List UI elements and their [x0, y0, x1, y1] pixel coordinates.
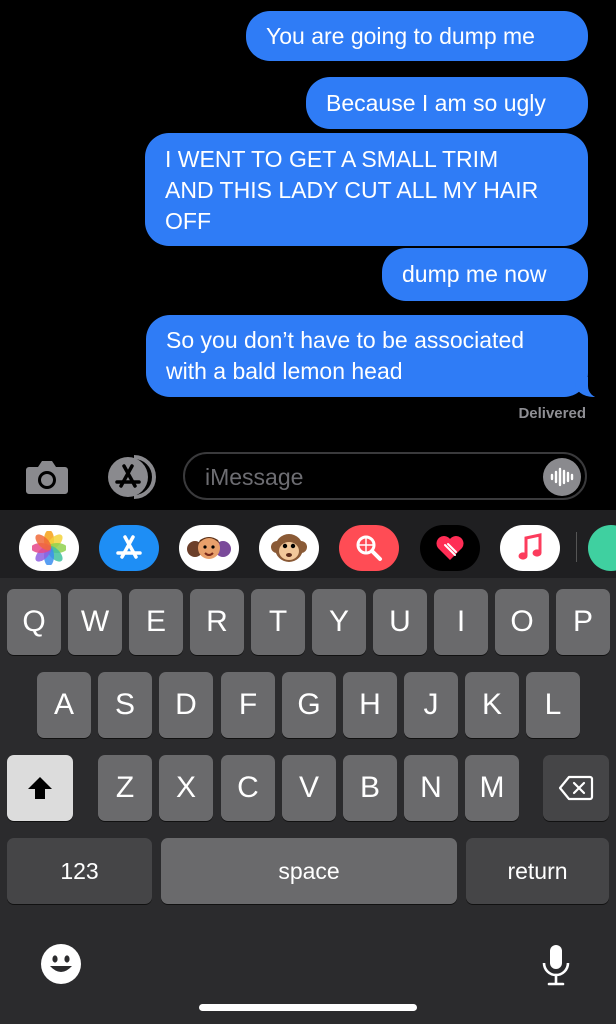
key-i[interactable]: I [434, 589, 488, 655]
key-z[interactable]: Z [98, 755, 152, 821]
shift-arrow-icon [28, 777, 52, 799]
music-icon[interactable] [500, 525, 560, 571]
message-input[interactable] [183, 452, 587, 500]
backspace-icon [558, 775, 594, 801]
web-search-icon[interactable] [339, 525, 399, 571]
keyboard: Q W E R T Y U I O P A S D F G H J K L Z … [0, 510, 616, 1024]
key-w[interactable]: W [68, 589, 122, 655]
key-v[interactable]: V [282, 755, 336, 821]
message-bubble[interactable]: Because I am so ugly [306, 77, 588, 129]
key-t[interactable]: T [251, 589, 305, 655]
numbers-key[interactable]: 123 [7, 838, 152, 904]
more-apps-icon[interactable] [588, 525, 616, 571]
app-store-icon[interactable] [99, 525, 159, 571]
drawer-divider [576, 532, 577, 562]
key-c[interactable]: C [221, 755, 275, 821]
home-indicator[interactable] [199, 1004, 417, 1011]
key-d[interactable]: D [159, 672, 213, 738]
key-r[interactable]: R [190, 589, 244, 655]
key-j[interactable]: J [404, 672, 458, 738]
delivered-status: Delivered [518, 405, 586, 422]
key-s[interactable]: S [98, 672, 152, 738]
key-p[interactable]: P [556, 589, 610, 655]
message-thread: You are going to dump me Because I am so… [0, 0, 616, 445]
app-store-icon[interactable] [104, 453, 158, 501]
key-a[interactable]: A [37, 672, 91, 738]
imessage-text-field[interactable] [203, 454, 537, 500]
message-bubble[interactable]: You are going to dump me [246, 11, 588, 61]
return-key[interactable]: return [466, 838, 609, 904]
microphone-icon[interactable] [538, 942, 574, 988]
delete-key[interactable] [543, 755, 609, 821]
key-m[interactable]: M [465, 755, 519, 821]
composer-bar [0, 445, 616, 510]
key-b[interactable]: B [343, 755, 397, 821]
key-h[interactable]: H [343, 672, 397, 738]
key-o[interactable]: O [495, 589, 549, 655]
key-x[interactable]: X [159, 755, 213, 821]
shift-key[interactable] [7, 755, 73, 821]
key-f[interactable]: F [221, 672, 275, 738]
animoji-monkey-icon[interactable] [259, 525, 319, 571]
key-n[interactable]: N [404, 755, 458, 821]
key-l[interactable]: L [526, 672, 580, 738]
key-y[interactable]: Y [312, 589, 366, 655]
photos-icon[interactable] [19, 525, 79, 571]
key-g[interactable]: G [282, 672, 336, 738]
message-bubble[interactable]: dump me now [382, 248, 588, 301]
audio-message-icon[interactable] [543, 458, 581, 496]
app-drawer [0, 510, 616, 578]
key-e[interactable]: E [129, 589, 183, 655]
memoji-icon[interactable] [179, 525, 239, 571]
key-k[interactable]: K [465, 672, 519, 738]
message-bubble[interactable]: I WENT TO GET A SMALL TRIM AND THIS LADY… [145, 133, 588, 246]
key-u[interactable]: U [373, 589, 427, 655]
message-bubble[interactable]: So you don’t have to be associated with … [146, 315, 612, 398]
key-q[interactable]: Q [7, 589, 61, 655]
digital-touch-icon[interactable] [420, 525, 480, 571]
camera-icon[interactable] [22, 455, 72, 499]
emoji-icon[interactable] [40, 943, 82, 985]
space-key[interactable]: space [161, 838, 457, 904]
